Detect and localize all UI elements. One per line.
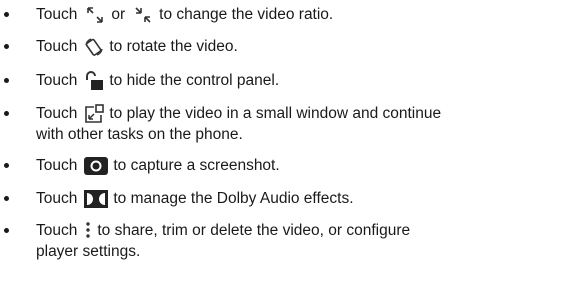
item-text: to share, trim or delete the video, or c…: [97, 222, 411, 239]
item-text: to play the video in a small window and …: [109, 105, 442, 122]
item-lead: Touch: [36, 222, 78, 239]
bullet: [4, 44, 9, 49]
bullet: [4, 111, 9, 116]
bullet: [4, 196, 9, 201]
item-text: to manage the Dolby Audio effects.: [113, 190, 354, 207]
item-text: to capture a screenshot.: [113, 157, 280, 174]
ratio-shrink-icon: [83, 5, 107, 25]
bullet: [4, 12, 9, 17]
item-lead: Touch: [36, 6, 78, 23]
item-text-continued: player settings.: [36, 243, 141, 260]
dolby-icon: [83, 188, 109, 210]
item-lead: Touch: [36, 190, 78, 207]
item-join: or: [111, 6, 126, 23]
unlock-icon: [83, 70, 105, 92]
more-vertical-icon: [83, 220, 93, 242]
item-lead: Touch: [36, 38, 78, 55]
camera-icon: [83, 155, 109, 177]
picture-in-picture-icon: [83, 103, 105, 125]
bullet: [4, 78, 9, 83]
item-text-continued: with other tasks on the phone.: [36, 126, 243, 143]
item-lead: Touch: [36, 157, 78, 174]
rotate-icon: [83, 36, 105, 58]
item-text: to hide the control panel.: [109, 72, 280, 89]
bullet: [4, 163, 9, 168]
item-lead: Touch: [36, 72, 78, 89]
bullet: [4, 228, 9, 233]
item-text: to change the video ratio.: [159, 6, 334, 23]
ratio-expand-icon: [131, 5, 155, 25]
item-lead: Touch: [36, 105, 78, 122]
item-text: to rotate the video.: [109, 38, 238, 55]
